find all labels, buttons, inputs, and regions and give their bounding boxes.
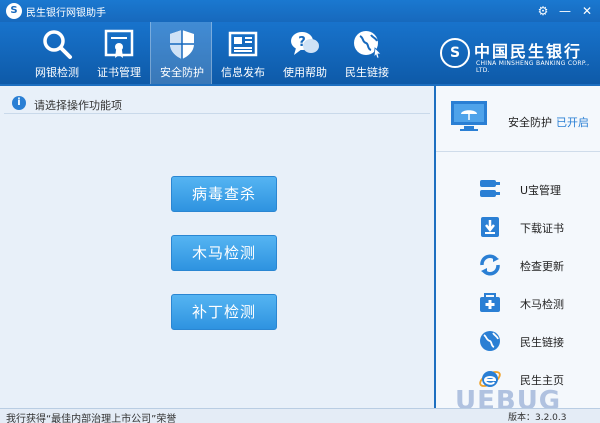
nav-item-news[interactable]: 信息发布: [212, 22, 274, 84]
virus-scan-button[interactable]: 病毒查杀: [171, 176, 277, 212]
title-bar: S 民生银行网银助手 ⚙ — ✕: [0, 0, 600, 22]
medical-kit-icon: [480, 293, 500, 312]
main-panel: i 请选择操作功能项 病毒查杀 木马检测 补丁检测: [0, 86, 434, 408]
bank-logo-icon: S: [440, 38, 470, 68]
newspaper-icon: [228, 31, 258, 57]
nav-item-help[interactable]: ? 使用帮助: [274, 22, 336, 84]
nav-item-online-banking-check[interactable]: 网银检测: [26, 22, 88, 84]
hint-text: 请选择操作功能项: [34, 99, 122, 112]
side-item-download-cert[interactable]: 下载证书: [436, 207, 600, 245]
bank-name: 中国民生银行: [474, 42, 583, 61]
window-title: 民生银行网银助手: [26, 8, 106, 19]
nav-item-certificate[interactable]: 证书管理: [88, 22, 150, 84]
version-text: 版本：3.2.0.3: [508, 413, 567, 423]
side-panel: 安全防护 已开启 U宝管理 下载证书 检查更新 木马检测 民生链接 民生主页: [436, 86, 600, 408]
security-status: 安全防护 已开启: [436, 86, 600, 152]
svg-text:?: ?: [298, 35, 306, 50]
globe-icon: [480, 331, 500, 351]
hint-bar: i 请选择操作功能项: [4, 90, 430, 114]
nav-item-minsheng-links[interactable]: 民生链接: [336, 22, 398, 84]
globe-icon: [354, 31, 382, 59]
side-item-label: U宝管理: [520, 184, 562, 197]
status-bar-text[interactable]: 我行获得“最佳内部治理上市公司”荣誉: [6, 410, 176, 423]
bank-name-english: CHINA MINSHENG BANKING CORP., LTD.: [476, 60, 590, 74]
shield-icon: [170, 30, 194, 59]
nav-label: 信息发布: [221, 66, 265, 79]
side-item-label: 木马检测: [520, 298, 564, 311]
side-item-trojan-detect[interactable]: 木马检测: [436, 283, 600, 321]
info-icon: i: [12, 96, 26, 110]
side-item-label: 检查更新: [520, 260, 564, 273]
trojan-detect-button[interactable]: 木马检测: [171, 235, 277, 271]
certificate-icon: [104, 29, 134, 58]
status-bar: 我行获得“最佳内部治理上市公司”荣誉 版本：3.2.0.3: [0, 408, 600, 423]
monitor-umbrella-icon: [451, 101, 487, 131]
close-button[interactable]: ✕: [578, 2, 596, 20]
refresh-icon: [480, 254, 500, 276]
usb-key-icon: [480, 180, 500, 197]
nav-label: 使用帮助: [283, 66, 327, 79]
side-item-label: 下载证书: [520, 222, 564, 235]
download-icon: [481, 217, 499, 237]
nav-item-security[interactable]: 安全防护: [150, 22, 212, 84]
status-value: 已开启: [556, 116, 589, 129]
patch-detect-button[interactable]: 补丁检测: [171, 294, 277, 330]
side-item-minsheng-links[interactable]: 民生链接: [436, 321, 600, 359]
side-item-ukey-manage[interactable]: U宝管理: [436, 169, 600, 207]
magnifier-icon: [43, 30, 72, 59]
side-item-label: 民生链接: [520, 336, 564, 349]
header-toolbar: 网银检测 证书管理 安全防护 信息发布 ? 使用帮助 民生链接 S 中国民生银行…: [0, 22, 600, 84]
nav-label: 民生链接: [345, 66, 389, 79]
minimize-button[interactable]: —: [556, 2, 574, 20]
settings-icon[interactable]: ⚙: [534, 2, 552, 20]
nav-label: 网银检测: [35, 66, 79, 79]
nav-label: 证书管理: [97, 66, 141, 79]
app-logo-icon: S: [6, 3, 22, 19]
status-label: 安全防护: [508, 116, 552, 129]
side-item-check-update[interactable]: 检查更新: [436, 245, 600, 283]
bank-brand: S 中国民生银行 CHINA MINSHENG BANKING CORP., L…: [440, 38, 600, 78]
nav-label: 安全防护: [160, 66, 204, 79]
help-bubble-icon: ?: [291, 32, 319, 55]
